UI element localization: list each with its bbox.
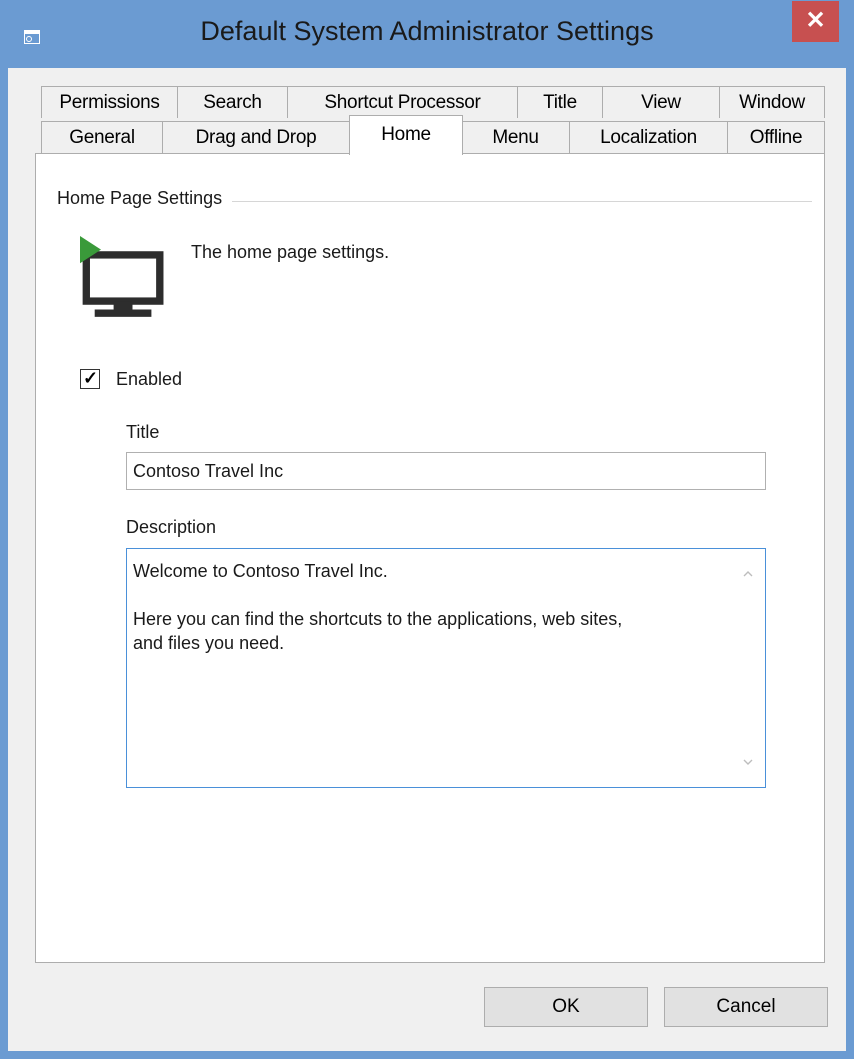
tab-menu[interactable]: Menu xyxy=(461,121,570,153)
monitor-icon xyxy=(80,236,164,317)
tab-localization[interactable]: Localization xyxy=(569,121,728,153)
scroll-down-icon[interactable] xyxy=(743,757,753,767)
dialog-window: Default System Administrator Settings ✕ … xyxy=(0,0,854,1059)
tab-general[interactable]: General xyxy=(41,121,163,153)
cancel-button[interactable]: Cancel xyxy=(664,987,828,1027)
description-label: Description xyxy=(126,517,217,537)
close-button[interactable]: ✕ xyxy=(792,1,839,42)
title-input[interactable]: Contoso Travel Inc xyxy=(126,452,766,490)
enabled-checkbox[interactable]: ✓ xyxy=(80,368,100,389)
tab-search[interactable]: Search xyxy=(177,86,288,118)
tab-window[interactable]: Window xyxy=(719,86,825,118)
description-text: Welcome to Contoso Travel Inc. Here you … xyxy=(133,561,623,653)
title-label: Title xyxy=(126,422,160,442)
tab-offline[interactable]: Offline xyxy=(727,121,825,153)
ok-button[interactable]: OK xyxy=(484,987,648,1027)
tab-view[interactable]: View xyxy=(602,86,720,118)
description-textarea[interactable]: Welcome to Contoso Travel Inc. Here you … xyxy=(126,548,766,788)
check-icon: ✓ xyxy=(83,368,99,388)
tab-home[interactable]: Home xyxy=(349,115,463,155)
tab-title[interactable]: Title xyxy=(517,86,603,118)
window-title: Default System Administrator Settings xyxy=(200,16,654,46)
tab-drag-and-drop[interactable]: Drag and Drop xyxy=(162,121,350,153)
title-bar[interactable]: Default System Administrator Settings ✕ xyxy=(0,0,854,68)
settings-description: The home page settings. xyxy=(191,242,390,262)
enabled-label[interactable]: Enabled xyxy=(116,369,182,390)
scroll-up-icon[interactable] xyxy=(743,569,753,579)
green-play-icon xyxy=(80,236,101,264)
tab-shortcut-processor[interactable]: Shortcut Processor xyxy=(287,86,518,118)
tab-permissions[interactable]: Permissions xyxy=(41,86,178,118)
group-label: Home Page Settings xyxy=(57,188,233,209)
